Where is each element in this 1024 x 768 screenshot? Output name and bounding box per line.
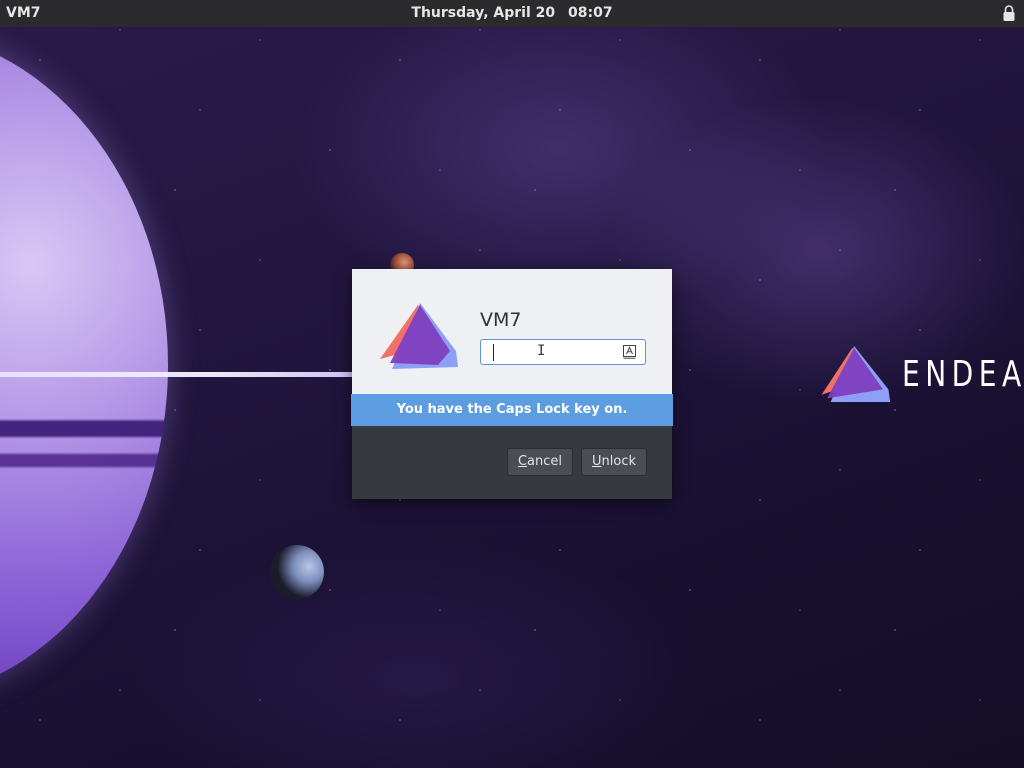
cancel-mnemonic: C: [517, 454, 528, 469]
cancel-button[interactable]: Cancel: [507, 448, 573, 476]
endeavour-logo-icon: [821, 346, 891, 402]
caps-lock-icon: [623, 345, 636, 359]
planet-ring-graphic: [0, 372, 352, 377]
text-caret: [493, 344, 494, 361]
cancel-label: ancel: [527, 454, 563, 469]
unlock-label: nlock: [601, 454, 636, 469]
top-bar: VM7 Thursday, April 20 08:07: [0, 0, 1024, 27]
unlock-dialog: VM7 I You have the Caps Lock key on. Can…: [351, 269, 673, 499]
dialog-actions: Cancel Unlock: [352, 426, 672, 499]
dialog-header: VM7 I: [352, 269, 672, 394]
username-label: VM7: [480, 309, 522, 331]
time-label: 08:07: [568, 5, 613, 21]
clock[interactable]: Thursday, April 20 08:07: [0, 5, 1024, 21]
ibeam-cursor-icon: I: [537, 343, 546, 359]
caps-lock-warning: You have the Caps Lock key on.: [351, 394, 673, 426]
unlock-button[interactable]: Unlock: [581, 448, 647, 476]
endeavour-brand: ENDEAVOU: [818, 342, 1024, 406]
date-label: Thursday, April 20: [411, 5, 556, 21]
password-input[interactable]: I: [480, 339, 646, 365]
lock-icon[interactable]: [1002, 5, 1016, 22]
brand-wordmark: ENDEAVOU: [902, 353, 1024, 395]
unlock-mnemonic: U: [592, 454, 602, 469]
moon-graphic: [270, 545, 324, 599]
endeavour-logo-icon: [380, 303, 458, 369]
